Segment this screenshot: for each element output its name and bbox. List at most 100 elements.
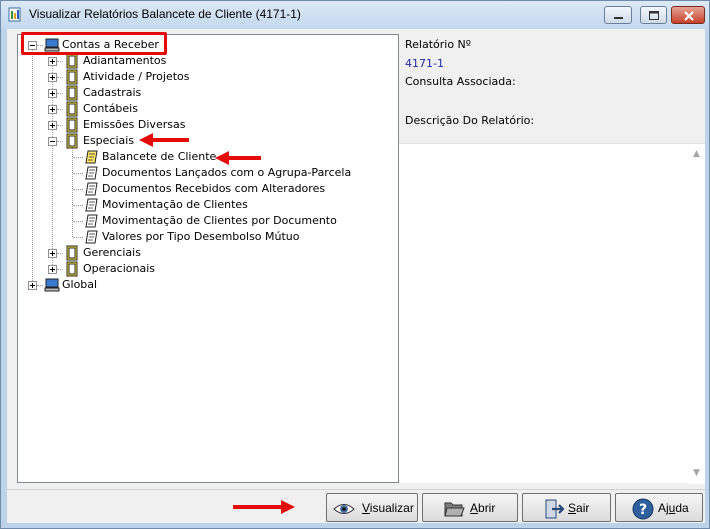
tree-node-atividade-projetos[interactable]: Atividade / Projetos [18, 69, 218, 85]
report-info-panel: Relatório Nº 4171-1 Consulta Associada: … [399, 34, 705, 484]
tree-connector [57, 109, 63, 110]
tree-connector [57, 93, 63, 94]
folder-icon [66, 261, 78, 277]
tree-node-movimentacao-de-clientes[interactable]: Movimentação de Clientes [18, 197, 318, 213]
expand-toggle[interactable] [48, 121, 57, 130]
visualizar-button[interactable]: Visualizar [326, 493, 418, 522]
report-tree[interactable]: Contas a Receber Adiantamentos Atividade… [17, 34, 399, 483]
tree-node-emissoes-diversas[interactable]: Emissões Diversas [18, 117, 218, 133]
visualizar-label: Visualizar [362, 501, 414, 515]
folder-icon [66, 117, 78, 133]
collapse-toggle[interactable] [28, 41, 37, 50]
tree-connector [57, 125, 63, 126]
abrir-button[interactable]: Abrir [422, 493, 518, 522]
tree-node-label: Balancete de Cliente [102, 150, 217, 163]
tree-node-movimentacao-por-documento[interactable]: Movimentação de Clientes por Documento [18, 213, 337, 229]
report-icon [85, 182, 98, 196]
report-icon [85, 198, 98, 212]
folder-open-icon [444, 502, 465, 517]
report-icon [85, 230, 98, 244]
report-icon [85, 150, 98, 164]
expand-toggle[interactable] [28, 281, 37, 290]
minimize-button[interactable] [604, 6, 632, 24]
scroll-down-icon[interactable]: ▼ [688, 465, 705, 482]
window-title: Visualizar Relatórios Balancete de Clien… [29, 7, 301, 21]
report-description-box[interactable]: ▲ ▼ [399, 143, 705, 484]
tree-node-label: Valores por Tipo Desembolso Mútuo [102, 230, 300, 243]
folder-icon [66, 101, 78, 117]
abrir-label: Abrir [470, 501, 496, 515]
folder-icon [66, 53, 78, 69]
tree-node-label: Contábeis [83, 102, 138, 115]
report-number-value: 4171-1 [405, 57, 444, 70]
folder-icon [66, 133, 78, 149]
tree-node-label: Especiais [83, 134, 135, 147]
tree-node-cadastrais[interactable]: Cadastrais [18, 85, 218, 101]
report-description-label: Descrição Do Relatório: [405, 114, 535, 127]
sair-button[interactable]: Sair [522, 493, 611, 522]
tree-node-valores-por-tipo[interactable]: Valores por Tipo Desembolso Mútuo [18, 229, 318, 245]
tree-connector [73, 205, 83, 206]
svg-text:?: ? [639, 502, 647, 518]
computer-icon [44, 38, 60, 52]
associated-query-label: Consulta Associada: [405, 75, 516, 88]
tree-connector [73, 237, 83, 238]
description-scrollbar[interactable]: ▲ ▼ [688, 144, 705, 484]
expand-toggle[interactable] [48, 249, 57, 258]
expand-toggle[interactable] [48, 265, 57, 274]
tree-node-label: Movimentação de Clientes por Documento [102, 214, 337, 227]
report-icon [85, 166, 98, 180]
tree-node-label: Documentos Recebidos com Alteradores [102, 182, 326, 195]
tree-connector [73, 173, 83, 174]
expand-toggle[interactable] [48, 57, 57, 66]
report-number-label: Relatório Nº [405, 38, 471, 51]
tree-node-label: Global [62, 278, 98, 291]
maximize-icon [649, 11, 659, 20]
close-icon [684, 11, 694, 21]
tree-node-global[interactable]: Global [18, 277, 218, 293]
report-icon [85, 214, 98, 228]
folder-icon [66, 69, 78, 85]
tree-node-gerenciais[interactable]: Gerenciais [18, 245, 218, 261]
tree-node-label: Contas a Receber [62, 38, 159, 51]
folder-icon [66, 245, 78, 261]
ajuda-button[interactable]: ? Ajuda [615, 493, 703, 522]
tree-connector [57, 253, 63, 254]
tree-node-contas-a-receber[interactable]: Contas a Receber [18, 37, 218, 53]
tree-node-documentos-recebidos[interactable]: Documentos Recebidos com Alteradores [18, 181, 325, 197]
tree-node-label: Movimentação de Clientes [102, 198, 248, 211]
tree-node-documentos-lancados[interactable]: Documentos Lançados com o Agrupa-Parcela [18, 165, 351, 181]
scroll-up-icon[interactable]: ▲ [688, 146, 705, 163]
tree-connector [37, 285, 43, 286]
button-bar: Visualizar Abrir Sair ? Ajuda [7, 489, 705, 523]
close-button[interactable] [671, 6, 705, 24]
tree-connector [57, 77, 63, 78]
eye-icon [333, 504, 355, 514]
client-area: Contas a Receber Adiantamentos Atividade… [7, 29, 705, 523]
sair-label: Sair [568, 501, 590, 515]
tree-connector [57, 269, 63, 270]
app-icon [8, 7, 21, 22]
tree-connector [73, 157, 83, 158]
maximize-button[interactable] [640, 6, 667, 24]
folder-icon [66, 85, 78, 101]
expand-toggle[interactable] [48, 89, 57, 98]
tree-node-balancete-de-cliente[interactable]: Balancete de Cliente [18, 149, 248, 165]
tree-node-adiantamentos[interactable]: Adiantamentos [18, 53, 218, 69]
tree-connector [37, 45, 43, 46]
exit-icon [545, 499, 565, 519]
expand-toggle[interactable] [48, 105, 57, 114]
tree-node-contabeis[interactable]: Contábeis [18, 101, 218, 117]
tree-node-label: Documentos Lançados com o Agrupa-Parcela [102, 166, 352, 179]
tree-node-especiais[interactable]: Especiais [18, 133, 218, 149]
tree-node-label: Cadastrais [83, 86, 142, 99]
minimize-icon [614, 17, 623, 19]
collapse-toggle[interactable] [48, 137, 57, 146]
tree-node-operacionais[interactable]: Operacionais [18, 261, 218, 277]
title-bar[interactable]: Visualizar Relatórios Balancete de Clien… [1, 1, 709, 29]
expand-toggle[interactable] [48, 73, 57, 82]
tree-connector [73, 189, 83, 190]
computer-icon [44, 278, 60, 292]
tree-connector [57, 141, 63, 142]
help-icon: ? [632, 498, 654, 520]
